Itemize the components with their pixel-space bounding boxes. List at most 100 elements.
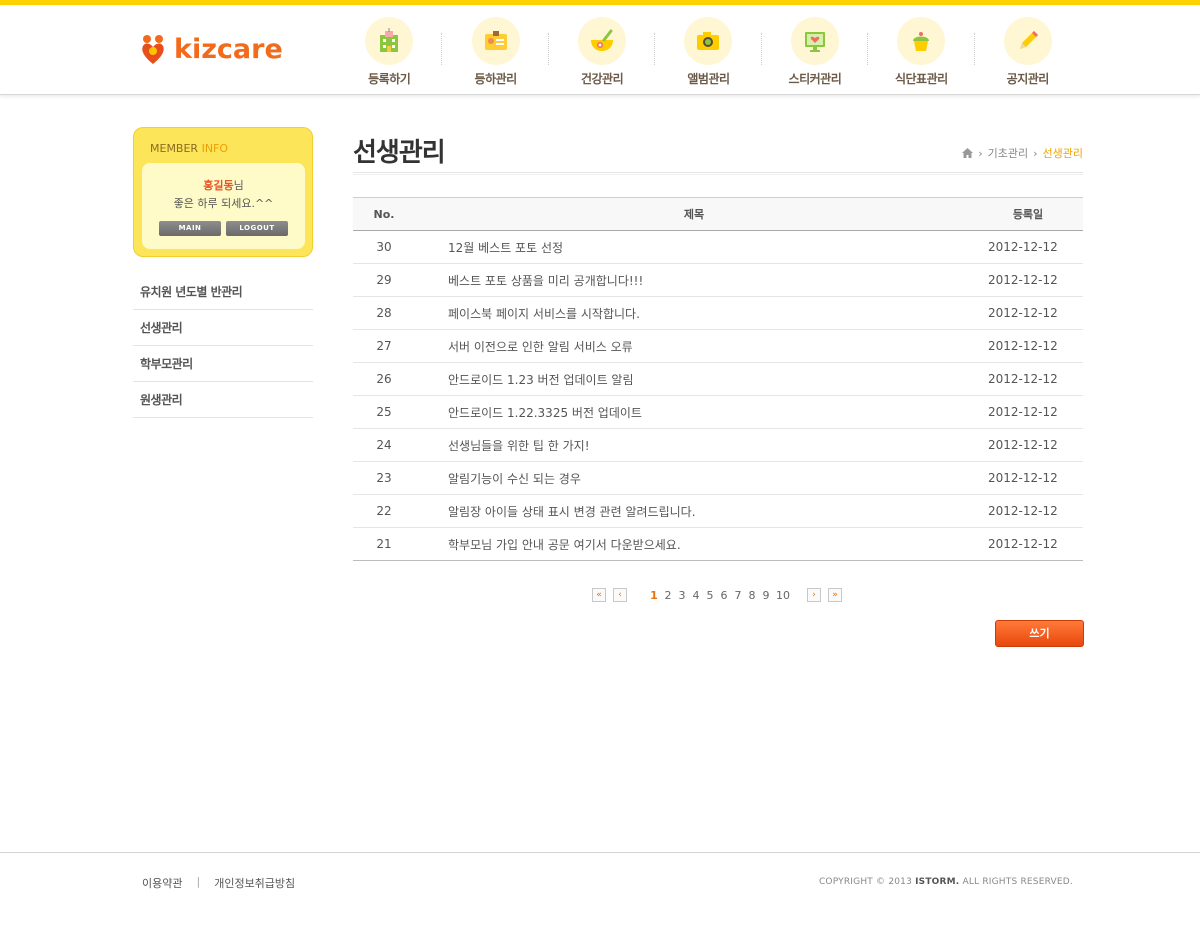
home-icon[interactable] bbox=[962, 148, 974, 158]
table-row[interactable]: 28 페이스북 페이지 서비스를 시작합니다. 2012-12-12 bbox=[353, 296, 1083, 330]
member-info-title: MEMBER INFO bbox=[150, 142, 229, 155]
table-row[interactable]: 30 12월 베스트 포토 선정 2012-12-12 bbox=[353, 230, 1083, 264]
table-row[interactable]: 21 학부모님 가입 안내 공문 여기서 다운받으세요. 2012-12-12 bbox=[353, 527, 1083, 561]
row-no: 30 bbox=[353, 230, 415, 264]
row-subject[interactable]: 베스트 포토 상품을 미리 공개합니다!!! bbox=[415, 263, 973, 297]
copyright: COPYRIGHT © 2013 ISTORM. ALL RIGHTS RESE… bbox=[818, 877, 1073, 887]
page-number[interactable]: 1 bbox=[647, 589, 661, 602]
footer-divider: | bbox=[196, 875, 201, 888]
footer-links: 이용약관 | 개인정보취급방침 bbox=[142, 875, 295, 891]
row-subject[interactable]: 12월 베스트 포토 선정 bbox=[415, 230, 973, 264]
page-number[interactable]: 6 bbox=[717, 589, 731, 602]
logo-mark-icon bbox=[142, 35, 164, 64]
row-no: 28 bbox=[353, 296, 415, 330]
last-page-icon[interactable]: » bbox=[828, 588, 842, 602]
table-row[interactable]: 29 베스트 포토 상품을 미리 공개합니다!!! 2012-12-12 bbox=[353, 263, 1083, 297]
breadcrumb-current: 선생관리 bbox=[1042, 147, 1083, 160]
breadcrumb-item[interactable]: 기초관리 bbox=[988, 145, 1028, 161]
row-date: 2012-12-12 bbox=[973, 362, 1083, 396]
row-subject[interactable]: 안드로이드 1.23 버전 업데이트 알림 bbox=[415, 362, 973, 396]
column-header-date: 등록일 bbox=[973, 197, 1083, 231]
row-date: 2012-12-12 bbox=[973, 395, 1083, 429]
id-card-icon bbox=[471, 17, 520, 65]
nav-attendance[interactable]: 등하관리 bbox=[442, 15, 550, 95]
header: kizcare 등록하기 등하관리 건강관리 앨범관리 스티커관리 식단표관리 … bbox=[0, 5, 1200, 95]
terms-link[interactable]: 이용약관 bbox=[142, 875, 182, 891]
row-date: 2012-12-12 bbox=[973, 230, 1083, 264]
row-no: 21 bbox=[353, 527, 415, 561]
row-date: 2012-12-12 bbox=[973, 263, 1083, 297]
side-menu-item[interactable]: 선생관리 bbox=[133, 310, 313, 346]
privacy-link[interactable]: 개인정보취급방침 bbox=[214, 875, 295, 891]
first-page-icon[interactable]: « bbox=[592, 588, 606, 602]
nav-menu[interactable]: 식단표관리 bbox=[868, 15, 975, 95]
table-row[interactable]: 22 알림장 아이들 상태 표시 변경 관련 알려드립니다. 2012-12-12 bbox=[353, 494, 1083, 528]
page-number[interactable]: 7 bbox=[731, 589, 745, 602]
page-number[interactable]: 3 bbox=[675, 589, 689, 602]
row-date: 2012-12-12 bbox=[973, 461, 1083, 495]
nav-label: 스티커관리 bbox=[788, 72, 842, 86]
notice-table: No. 제목 등록일 30 12월 베스트 포토 선정 2012-12-12 29 베… bbox=[353, 197, 1083, 561]
row-date: 2012-12-12 bbox=[973, 296, 1083, 330]
page-number[interactable]: 10 bbox=[773, 589, 793, 602]
row-date: 2012-12-12 bbox=[973, 527, 1083, 561]
page-number[interactable]: 5 bbox=[703, 589, 717, 602]
nav-register[interactable]: 등록하기 bbox=[336, 15, 443, 95]
table-header-row: No. 제목 등록일 bbox=[353, 197, 1083, 231]
page-number[interactable]: 2 bbox=[661, 589, 675, 602]
table-row[interactable]: 25 안드로이드 1.22.3325 버전 업데이트 2012-12-12 bbox=[353, 395, 1083, 429]
row-date: 2012-12-12 bbox=[973, 329, 1083, 363]
side-menu: 유치원 년도별 반관리 선생관리 학부모관리 원생관리 bbox=[133, 274, 313, 418]
row-subject[interactable]: 알림장 아이들 상태 표시 변경 관련 알려드립니다. bbox=[415, 494, 973, 528]
row-subject[interactable]: 학부모님 가입 안내 공문 여기서 다운받으세요. bbox=[415, 527, 973, 561]
prev-page-icon[interactable]: ‹ bbox=[613, 588, 627, 602]
nav-label: 공지관리 bbox=[1006, 72, 1050, 86]
nav-notice[interactable]: 공지관리 bbox=[975, 15, 1081, 95]
page-number[interactable]: 9 bbox=[759, 589, 773, 602]
nav-sticker[interactable]: 스티커관리 bbox=[762, 15, 869, 95]
side-menu-item[interactable]: 유치원 년도별 반관리 bbox=[133, 274, 313, 310]
page-number[interactable]: 4 bbox=[689, 589, 703, 602]
logo[interactable]: kizcare bbox=[140, 32, 283, 66]
table-row[interactable]: 24 선생님들을 위한 팁 한 가지! 2012-12-12 bbox=[353, 428, 1083, 462]
table-row[interactable]: 26 안드로이드 1.23 버전 업데이트 알림 2012-12-12 bbox=[353, 362, 1083, 396]
member-buttons: MAIN LOGOUT bbox=[142, 221, 305, 236]
next-page-icon[interactable]: › bbox=[807, 588, 821, 602]
logout-button[interactable]: LOGOUT bbox=[226, 221, 288, 236]
member-info-panel: 홍길동님 좋은 하루 되세요.^^ MAIN LOGOUT bbox=[142, 163, 305, 249]
nav-album[interactable]: 앨범관리 bbox=[655, 15, 763, 95]
table-row[interactable]: 23 알림기능이 수신 되는 경우 2012-12-12 bbox=[353, 461, 1083, 495]
row-no: 27 bbox=[353, 329, 415, 363]
row-subject[interactable]: 알림기능이 수신 되는 경우 bbox=[415, 461, 973, 495]
row-no: 25 bbox=[353, 395, 415, 429]
row-no: 23 bbox=[353, 461, 415, 495]
logo-text: kizcare bbox=[174, 33, 283, 65]
write-button[interactable]: 쓰기 bbox=[995, 620, 1084, 647]
row-subject[interactable]: 안드로이드 1.22.3325 버전 업데이트 bbox=[415, 395, 973, 429]
pagination: « ‹ 1 2 3 4 5 6 7 8 9 10 › » bbox=[592, 588, 842, 602]
title-divider bbox=[353, 172, 1083, 175]
page-number[interactable]: 8 bbox=[745, 589, 759, 602]
page-title: 선생관리 bbox=[353, 138, 446, 168]
member-info-box: MEMBER INFO 홍길동님 좋은 하루 되세요.^^ MAIN LOGOU… bbox=[133, 127, 313, 257]
table-row[interactable]: 27 서버 이전으로 인한 알림 서비스 오류 2012-12-12 bbox=[353, 329, 1083, 363]
row-no: 29 bbox=[353, 263, 415, 297]
nav-label: 건강관리 bbox=[580, 72, 624, 86]
row-subject[interactable]: 선생님들을 위한 팁 한 가지! bbox=[415, 428, 973, 462]
building-icon bbox=[365, 17, 414, 65]
pencil-icon bbox=[1003, 17, 1052, 65]
side-menu-item[interactable]: 원생관리 bbox=[133, 382, 313, 418]
heart-monitor-icon bbox=[790, 17, 839, 65]
member-name: 홍길동님 bbox=[203, 179, 244, 192]
main-button[interactable]: MAIN bbox=[159, 221, 221, 236]
breadcrumb: › 기초관리 › 선생관리 bbox=[962, 145, 1083, 161]
row-date: 2012-12-12 bbox=[973, 494, 1083, 528]
row-subject[interactable]: 페이스북 페이지 서비스를 시작합니다. bbox=[415, 296, 973, 330]
chevron-right-icon: › bbox=[1033, 146, 1038, 160]
column-header-no: No. bbox=[353, 197, 415, 231]
chevron-right-icon: › bbox=[978, 146, 983, 160]
cupcake-icon bbox=[897, 17, 946, 65]
side-menu-item[interactable]: 학부모관리 bbox=[133, 346, 313, 382]
row-subject[interactable]: 서버 이전으로 인한 알림 서비스 오류 bbox=[415, 329, 973, 363]
nav-health[interactable]: 건강관리 bbox=[549, 15, 656, 95]
